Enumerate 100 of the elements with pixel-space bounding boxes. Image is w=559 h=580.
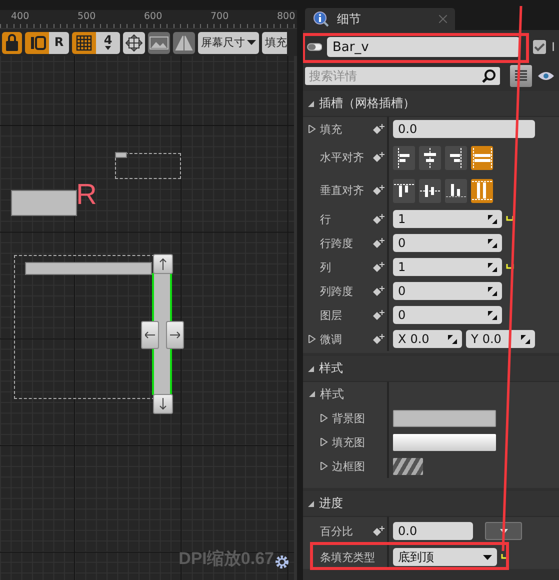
alignment-button[interactable]	[445, 178, 467, 202]
alignment-button[interactable]	[419, 178, 441, 202]
property-label: 行跨度	[320, 236, 353, 250]
binding-icon[interactable]	[372, 185, 385, 196]
brush-preview[interactable]	[393, 410, 496, 426]
widget-placeholder	[11, 190, 77, 216]
variable-checkbox[interactable]	[532, 40, 546, 54]
collapse-arrow-icon[interactable]	[307, 364, 315, 372]
binding-icon[interactable]	[372, 286, 385, 296]
left-arrow-icon	[145, 329, 155, 341]
collapse-arrow-icon[interactable]	[308, 390, 316, 398]
up-arrow-icon	[158, 258, 168, 270]
spin-icon	[488, 286, 497, 296]
ruler-label: 400	[11, 10, 30, 24]
lock-button[interactable]	[2, 32, 22, 54]
down-arrow-icon	[158, 398, 168, 410]
spin-icon	[488, 238, 497, 248]
expand-arrow-icon[interactable]	[320, 438, 328, 446]
spin-icon	[488, 262, 497, 272]
binding-icon[interactable]	[372, 152, 385, 163]
resize-handle[interactable]	[141, 321, 159, 349]
number-field[interactable]: 1	[393, 210, 502, 228]
settings-icon[interactable]	[274, 554, 290, 570]
binding-icon[interactable]	[372, 526, 385, 536]
search-icon	[482, 69, 496, 83]
number-field[interactable]: 1	[393, 258, 502, 276]
ruler-label: 800	[277, 10, 296, 24]
number-field[interactable]: Y 0.0	[466, 330, 535, 348]
alignment-button[interactable]	[393, 178, 415, 202]
alignment-icon[interactable]	[424, 148, 436, 168]
alignment-button[interactable]	[419, 146, 441, 170]
move-button[interactable]	[123, 32, 145, 54]
toggle-icon	[307, 43, 322, 51]
grid-snap-button[interactable]	[72, 32, 96, 54]
alignment-icon[interactable]	[450, 148, 462, 168]
binding-icon[interactable]	[372, 334, 385, 344]
expand-arrow-icon[interactable]	[320, 462, 328, 470]
property-label: 填充	[320, 122, 342, 136]
grid-size-dropdown[interactable]: 4	[96, 32, 120, 54]
number-field[interactable]: 0	[393, 234, 502, 252]
number-field[interactable]: X 0.0	[393, 330, 462, 348]
reset-icon[interactable]	[506, 263, 515, 271]
section-header[interactable]: 进度	[303, 491, 559, 517]
collapse-arrow-icon[interactable]	[307, 500, 315, 508]
expand-arrow-icon[interactable]	[308, 125, 316, 133]
fill-button[interactable]: 填充	[262, 32, 287, 54]
number-field[interactable]: 0	[393, 282, 502, 300]
section-header[interactable]: 插槽（网格插槽）	[303, 91, 559, 117]
property-label: 微调	[320, 332, 342, 346]
alignment-button[interactable]	[393, 146, 415, 170]
expand-arrow-icon[interactable]	[308, 335, 316, 343]
details-tab[interactable]: 细节	[305, 8, 455, 30]
property-label: 列	[320, 260, 331, 274]
property-label: 条填充类型	[320, 550, 375, 564]
alignment-icon[interactable]	[398, 148, 410, 168]
number-field[interactable]: 0.0	[393, 120, 535, 138]
layout-toggle-button[interactable]	[25, 32, 49, 54]
alignment-icon[interactable]	[420, 184, 440, 196]
dpi-scale-label: DPI缩放0.67	[178, 548, 274, 570]
dropdown[interactable]: 底到顶	[393, 548, 497, 566]
section-header[interactable]: 样式	[303, 356, 559, 382]
binding-icon[interactable]	[372, 214, 385, 224]
property-label: 样式	[320, 386, 344, 402]
property-label: 背景图	[332, 410, 365, 426]
resize-handle[interactable]	[166, 321, 184, 349]
brush-preview[interactable]	[393, 458, 423, 474]
alignment-icon[interactable]	[446, 184, 466, 198]
resize-handle[interactable]	[153, 254, 173, 274]
right-arrow-icon	[170, 329, 180, 341]
resize-handle[interactable]	[153, 394, 173, 414]
expand-arrow-icon[interactable]	[320, 414, 328, 422]
tab-label: 细节	[337, 10, 361, 28]
alignment-icon[interactable]	[394, 184, 414, 198]
binding-icon[interactable]	[372, 124, 385, 134]
screen-size-dropdown[interactable]: 屏幕尺寸	[198, 32, 259, 54]
list-icon	[515, 70, 527, 82]
brush-preview[interactable]	[393, 434, 496, 450]
move-icon	[123, 32, 145, 54]
binding-icon[interactable]	[372, 310, 385, 320]
property-label: 边框图	[332, 458, 365, 474]
spin-icon	[488, 214, 497, 224]
caret-icon	[500, 528, 508, 534]
spin-icon	[521, 334, 530, 344]
binding-icon[interactable]	[372, 262, 385, 272]
eye-icon[interactable]	[538, 71, 554, 81]
collapse-arrow-icon[interactable]	[307, 100, 315, 108]
widget-placeholder	[115, 152, 127, 158]
binding-icon[interactable]	[372, 238, 385, 248]
number-field[interactable]: 0.0	[393, 522, 473, 540]
search-field[interactable]: 搜索详情	[305, 67, 500, 85]
property-label: 百分比	[320, 524, 353, 538]
name-field[interactable]: Bar_v	[327, 37, 520, 57]
property-label: 图层	[320, 308, 342, 322]
checkbox-label: I	[551, 40, 555, 54]
caret-icon	[483, 554, 492, 560]
alignment-button[interactable]	[445, 146, 467, 170]
number-field[interactable]: 0	[393, 306, 502, 324]
spin-icon	[448, 334, 457, 344]
reset-icon[interactable]	[506, 215, 515, 223]
toggle-button[interactable]: R	[49, 32, 69, 54]
